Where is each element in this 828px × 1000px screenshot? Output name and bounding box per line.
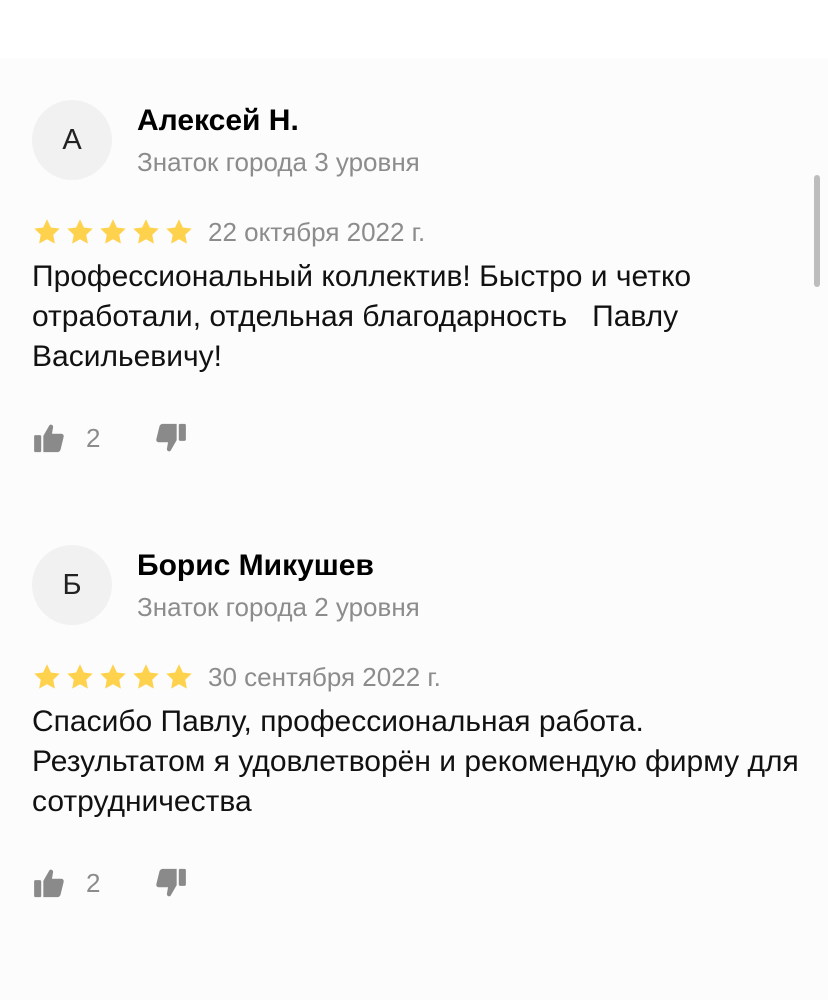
star-rating: [32, 662, 194, 692]
avatar-letter: А: [62, 123, 82, 156]
like-count: 2: [86, 867, 101, 898]
author-name[interactable]: Борис Микушев: [137, 549, 374, 583]
star-icon: [32, 217, 62, 247]
avatar-letter: Б: [62, 568, 82, 601]
star-icon: [65, 662, 95, 692]
star-icon: [65, 217, 95, 247]
review-text: Спасибо Павлу, профессиональная работа. …: [32, 705, 808, 818]
star-icon: [98, 662, 128, 692]
star-icon: [164, 662, 194, 692]
star-icon: [164, 217, 194, 247]
thumbs-up-icon: [32, 421, 66, 455]
author-name[interactable]: Алексей Н.: [137, 104, 299, 138]
like-count: 2: [86, 422, 101, 453]
avatar[interactable]: Б: [32, 545, 112, 625]
star-icon: [131, 662, 161, 692]
like-button[interactable]: 2: [32, 421, 100, 455]
scrollbar-thumb[interactable]: [814, 175, 820, 287]
star-icon: [131, 217, 161, 247]
review-text: Профессиональный коллектив! Быстро и чет…: [32, 260, 700, 373]
author-level: Знаток города 2 уровня: [137, 592, 420, 622]
thumbs-down-icon: [154, 421, 188, 455]
review-date: 22 октября 2022 г.: [208, 216, 426, 247]
thumbs-up-icon: [32, 866, 66, 900]
rating-row: 30 сентября 2022 г.: [32, 657, 441, 697]
reviews-panel: А Алексей Н. Знаток города 3 уровня 22 о…: [0, 58, 828, 1000]
review-reactions: 2: [32, 863, 188, 903]
dislike-button[interactable]: [154, 866, 188, 900]
like-button[interactable]: 2: [32, 866, 100, 900]
review-reactions: 2: [32, 418, 188, 458]
thumbs-down-icon: [154, 866, 188, 900]
rating-row: 22 октября 2022 г.: [32, 212, 425, 252]
avatar[interactable]: А: [32, 100, 112, 180]
review-date: 30 сентября 2022 г.: [208, 661, 441, 692]
star-rating: [32, 217, 194, 247]
dislike-button[interactable]: [154, 421, 188, 455]
author-level: Знаток города 3 уровня: [137, 147, 420, 177]
star-icon: [98, 217, 128, 247]
star-icon: [32, 662, 62, 692]
